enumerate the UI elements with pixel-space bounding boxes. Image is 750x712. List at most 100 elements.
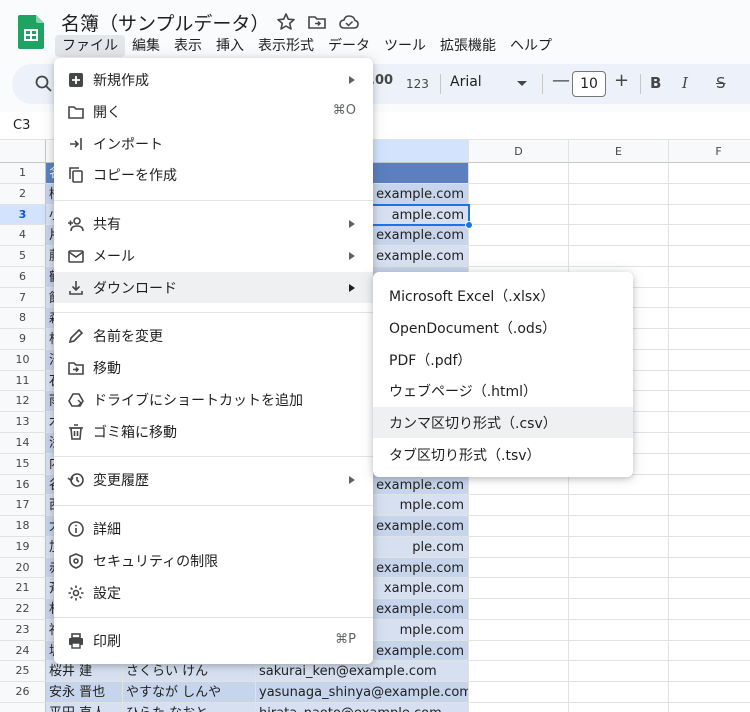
- file-menu-item-11[interactable]: 変更履歴: [54, 464, 373, 495]
- grid-cell[interactable]: [669, 599, 750, 620]
- grid-cell[interactable]: [569, 557, 669, 579]
- file-menu-item-6[interactable]: ダウンロード: [54, 272, 373, 303]
- increase-font-size-button[interactable]: +: [614, 70, 629, 91]
- grid-cell[interactable]: さくらい けん: [123, 661, 256, 683]
- grid-cell[interactable]: [569, 619, 669, 641]
- grid-cell[interactable]: [669, 370, 750, 392]
- grid-cell[interactable]: [669, 308, 750, 330]
- grid-cell[interactable]: 桜井 建: [46, 661, 123, 683]
- grid-cell[interactable]: [469, 183, 569, 205]
- grid-cell[interactable]: [669, 266, 750, 288]
- row-header[interactable]: 1: [0, 163, 46, 184]
- italic-button[interactable]: I: [682, 74, 688, 92]
- row-header[interactable]: [0, 703, 46, 712]
- download-option-2[interactable]: PDF（.pdf）: [373, 344, 633, 375]
- grid-cell[interactable]: [569, 682, 669, 704]
- decrease-font-size-button[interactable]: —: [552, 70, 570, 91]
- file-menu-item-7[interactable]: 名前を変更: [54, 320, 373, 351]
- grid-cell[interactable]: [569, 536, 669, 558]
- grid-cell[interactable]: [569, 183, 669, 205]
- grid-cell[interactable]: [469, 661, 569, 683]
- document-title[interactable]: 名簿（サンプルデータ）: [61, 9, 269, 36]
- menu-8[interactable]: ヘルプ: [503, 35, 559, 57]
- grid-cell[interactable]: [669, 225, 750, 247]
- file-menu-item-14[interactable]: 設定: [54, 577, 373, 608]
- grid-cell[interactable]: [669, 163, 750, 184]
- file-menu-item-15[interactable]: 印刷 ⌘P: [54, 625, 373, 656]
- grid-cell[interactable]: [569, 225, 669, 247]
- file-menu-item-4[interactable]: 共有: [54, 208, 373, 239]
- grid-cell[interactable]: [469, 640, 569, 662]
- row-header[interactable]: 17: [0, 495, 46, 517]
- download-option-4[interactable]: カンマ区切り形式（.csv）: [373, 407, 633, 438]
- file-menu-item-9[interactable]: ドライブにショートカットを追加: [54, 384, 373, 415]
- grid-cell[interactable]: [669, 329, 750, 350]
- grid-cell[interactable]: [669, 557, 750, 579]
- grid-cell[interactable]: sakurai_ken@example.com: [256, 661, 469, 683]
- grid-cell[interactable]: [569, 640, 669, 662]
- menu-6[interactable]: ツール: [377, 35, 433, 57]
- file-menu-item-10[interactable]: ゴミ箱に移動: [54, 416, 373, 447]
- font-size-input[interactable]: 10: [572, 71, 606, 97]
- row-header[interactable]: 11: [0, 370, 46, 392]
- menu-2[interactable]: 表示: [167, 35, 209, 57]
- grid-cell[interactable]: [469, 682, 569, 704]
- row-header[interactable]: 13: [0, 412, 46, 433]
- grid-cell[interactable]: [669, 619, 750, 641]
- chevron-down-icon[interactable]: [517, 81, 527, 86]
- download-option-5[interactable]: タブ区切り形式（.tsv）: [373, 439, 633, 470]
- menu-3[interactable]: 挿入: [209, 35, 251, 57]
- bold-button[interactable]: B: [650, 74, 661, 92]
- column-header[interactable]: D: [469, 140, 569, 163]
- row-header[interactable]: 7: [0, 287, 46, 309]
- more-formats-button[interactable]: 123: [406, 77, 429, 91]
- grid-cell[interactable]: [569, 204, 669, 226]
- row-header[interactable]: 10: [0, 349, 46, 371]
- row-header[interactable]: 8: [0, 308, 46, 330]
- grid-cell[interactable]: [669, 474, 750, 496]
- grid-cell[interactable]: [469, 246, 569, 267]
- grid-cell[interactable]: やすなが しんや: [123, 682, 256, 704]
- grid-cell[interactable]: [669, 495, 750, 517]
- menu-4[interactable]: 表示形式: [251, 35, 321, 57]
- grid-cell[interactable]: [469, 619, 569, 641]
- file-menu-item-12[interactable]: 詳細: [54, 513, 373, 544]
- download-option-0[interactable]: Microsoft Excel（.xlsx）: [373, 280, 633, 311]
- row-header[interactable]: 23: [0, 619, 46, 641]
- file-menu-item-1[interactable]: 開く ⌘O: [54, 96, 373, 127]
- grid-cell[interactable]: [569, 516, 669, 537]
- file-menu-item-0[interactable]: 新規作成: [54, 64, 373, 95]
- grid-cell[interactable]: [669, 536, 750, 558]
- column-header[interactable]: F: [669, 140, 750, 163]
- row-header[interactable]: 15: [0, 453, 46, 475]
- grid-cell[interactable]: [469, 204, 569, 226]
- row-header[interactable]: 4: [0, 225, 46, 247]
- grid-cell[interactable]: yasunaga_shinya@example.com: [256, 682, 469, 704]
- grid-cell[interactable]: [469, 599, 569, 620]
- row-header[interactable]: 25: [0, 661, 46, 683]
- row-header[interactable]: 24: [0, 640, 46, 662]
- cloud-saved-icon[interactable]: [338, 12, 359, 32]
- grid-cell[interactable]: [669, 516, 750, 537]
- menu-7[interactable]: 拡張機能: [433, 35, 503, 57]
- row-header[interactable]: 2: [0, 183, 46, 205]
- grid-cell[interactable]: [469, 495, 569, 517]
- grid-cell[interactable]: [469, 578, 569, 600]
- grid-cell[interactable]: [669, 391, 750, 413]
- grid-cell[interactable]: [669, 640, 750, 662]
- grid-cell[interactable]: [469, 163, 569, 184]
- row-header[interactable]: 16: [0, 474, 46, 496]
- menu-1[interactable]: 編集: [125, 35, 167, 57]
- row-header[interactable]: 14: [0, 433, 46, 454]
- select-all-corner[interactable]: [0, 140, 46, 163]
- file-menu-item-3[interactable]: コピーを作成: [54, 159, 373, 190]
- grid-cell[interactable]: [669, 349, 750, 371]
- grid-cell[interactable]: [569, 661, 669, 683]
- download-option-1[interactable]: OpenDocument（.ods）: [373, 312, 633, 343]
- grid-cell[interactable]: [669, 433, 750, 454]
- row-header[interactable]: 20: [0, 557, 46, 579]
- move-folder-icon[interactable]: [307, 12, 327, 32]
- star-icon[interactable]: [276, 12, 296, 32]
- download-option-3[interactable]: ウェブページ（.html）: [373, 375, 633, 406]
- grid-cell[interactable]: [669, 287, 750, 309]
